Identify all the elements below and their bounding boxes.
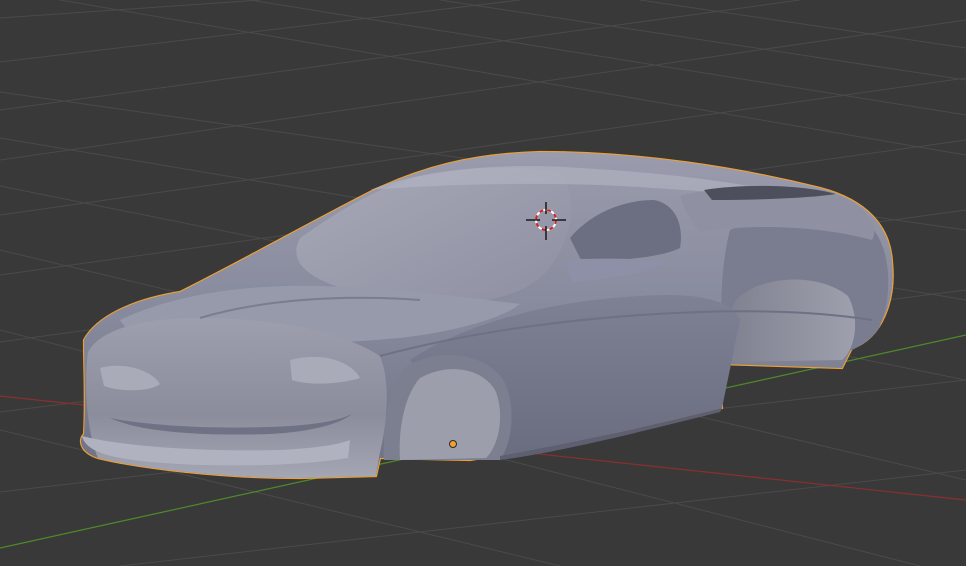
windshield [296,167,572,303]
car-body-mesh[interactable] [79,150,894,480]
viewport-scene[interactable] [0,0,966,566]
3d-viewport[interactable] [0,0,966,566]
object-origin-dot-icon [449,440,457,448]
